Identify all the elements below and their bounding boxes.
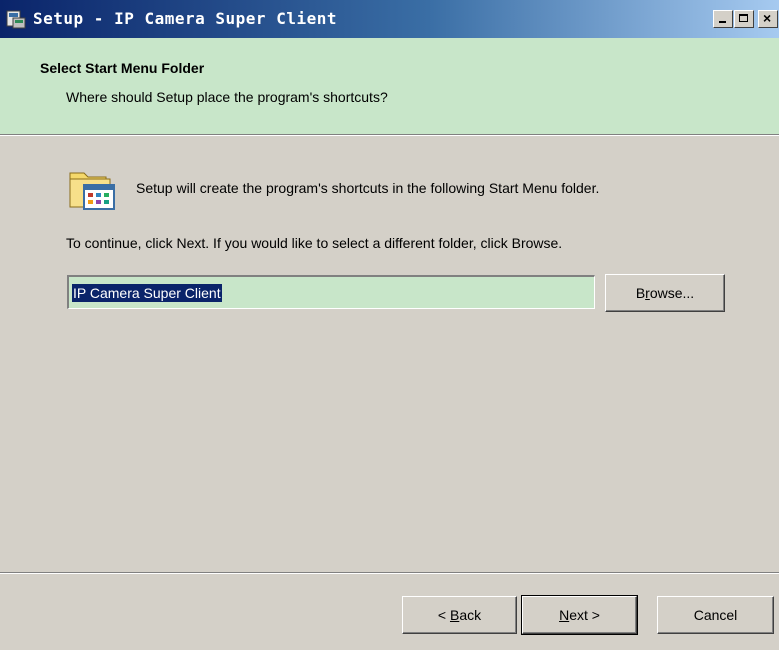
footer-divider — [0, 572, 779, 574]
folder-input-value: IP Camera Super Client — [72, 284, 222, 302]
setup-window: Setup - IP Camera Super Client × Select … — [0, 0, 779, 650]
browse-button[interactable]: Browse... — [605, 274, 725, 312]
start-menu-folder-input[interactable]: IP Camera Super Client — [67, 275, 595, 309]
close-icon: × — [763, 10, 772, 26]
minimize-button[interactable] — [713, 10, 733, 28]
page-title: Select Start Menu Folder — [40, 60, 205, 76]
program-folder-icon — [69, 172, 115, 210]
next-label-post: ext > — [569, 607, 600, 623]
cancel-button[interactable]: Cancel — [657, 596, 774, 634]
next-label-key: N — [559, 607, 570, 623]
header-divider — [0, 134, 779, 136]
back-button[interactable]: < Back — [402, 596, 517, 634]
browse-label-pre: B — [635, 285, 646, 301]
back-label-key: B — [449, 607, 460, 623]
back-label-post: ack — [459, 607, 482, 623]
page-subtitle: Where should Setup place the program's s… — [66, 89, 388, 105]
setup-icon — [6, 10, 26, 29]
next-button[interactable]: Next > — [521, 595, 638, 635]
continue-hint: To continue, click Next. If you would li… — [66, 235, 563, 251]
maximize-button[interactable] — [734, 10, 754, 28]
wizard-header: Select Start Menu Folder Where should Se… — [0, 38, 779, 134]
browse-label-post: owse... — [649, 285, 695, 301]
title-bar[interactable]: Setup - IP Camera Super Client × — [0, 0, 779, 38]
window-title: Setup - IP Camera Super Client — [33, 9, 337, 28]
close-button[interactable]: × — [758, 10, 778, 28]
back-label-pre: < — [437, 607, 450, 623]
intro-text: Setup will create the program's shortcut… — [136, 180, 600, 196]
